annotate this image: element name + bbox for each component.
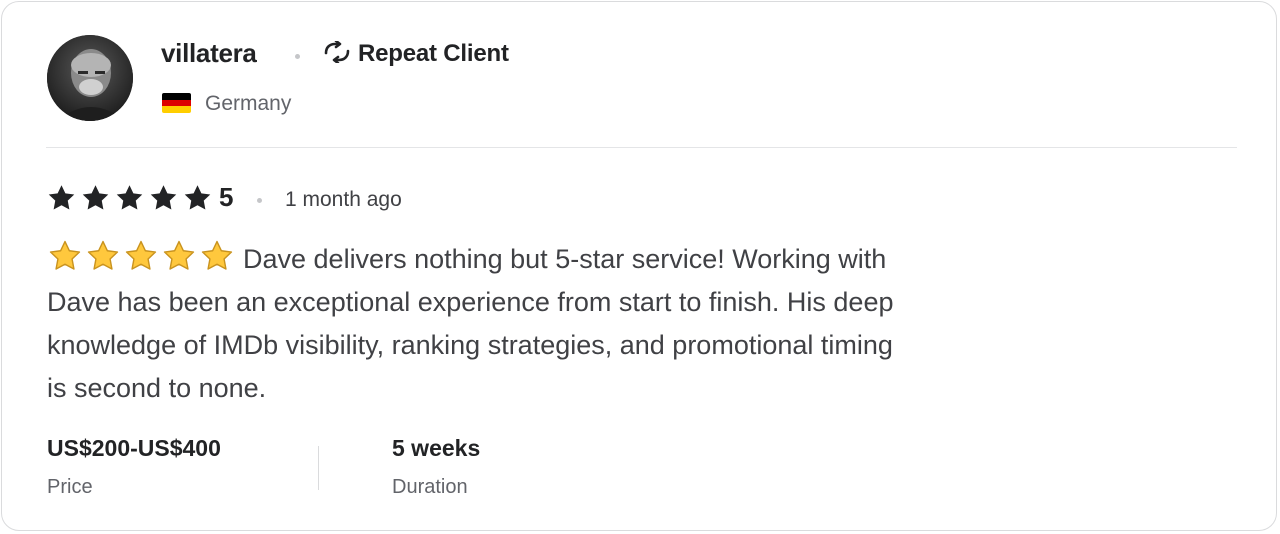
- repeat-client-badge: Repeat Client: [322, 39, 509, 68]
- review-card: villatera Repeat Client Germany 5 1 mont…: [1, 1, 1277, 531]
- separator-dot: [257, 198, 262, 203]
- star-emoji-icon: [201, 240, 233, 270]
- germany-flag-icon: [162, 93, 191, 113]
- repeat-icon: [322, 39, 352, 68]
- star-icon: [48, 184, 75, 209]
- star-emoji-icon: [87, 240, 119, 270]
- rating-row: 5: [46, 182, 233, 213]
- avatar[interactable]: [47, 35, 133, 121]
- duration-label: Duration: [392, 476, 468, 498]
- divider: [46, 147, 1237, 148]
- star-emoji-icon: [125, 240, 157, 270]
- duration-value: 5 weeks: [392, 435, 481, 461]
- rating-value: 5: [219, 182, 234, 212]
- star-icon: [82, 184, 109, 209]
- review-text: Dave delivers nothing but 5-star service…: [47, 238, 907, 410]
- details-separator: [318, 446, 319, 490]
- emoji-stars: [47, 239, 235, 273]
- star-emoji-icon: [49, 240, 81, 270]
- separator-dot: [295, 54, 300, 59]
- reviewer-username[interactable]: villatera: [161, 38, 257, 69]
- repeat-client-label: Repeat Client: [358, 40, 509, 67]
- price-label: Price: [47, 476, 93, 498]
- star-emoji-icon: [163, 240, 195, 270]
- rating-stars: [46, 183, 213, 213]
- star-icon: [184, 184, 211, 209]
- price-value: US$200-US$400: [47, 435, 221, 461]
- reviewer-country: Germany: [205, 92, 292, 115]
- review-time-ago: 1 month ago: [285, 188, 402, 211]
- star-icon: [116, 184, 143, 209]
- star-icon: [150, 184, 177, 209]
